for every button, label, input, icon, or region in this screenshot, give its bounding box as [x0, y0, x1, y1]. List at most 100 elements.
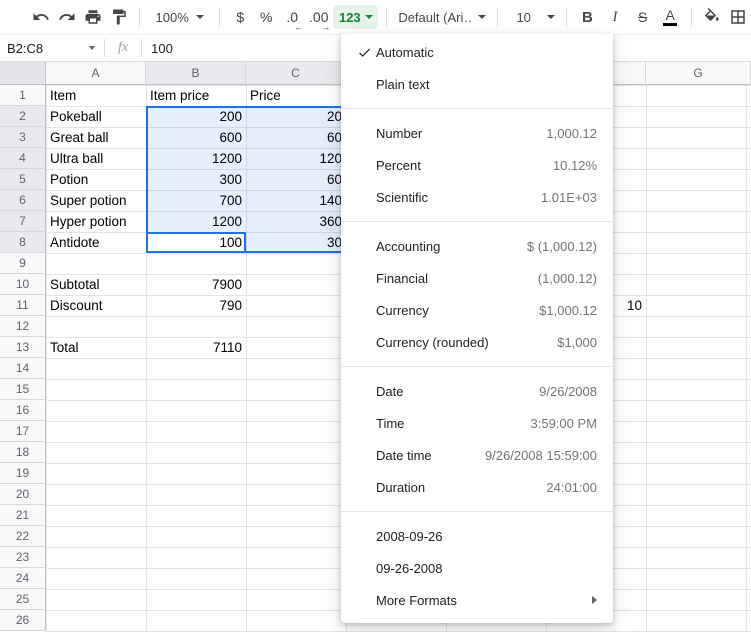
fill-color-button[interactable]	[700, 4, 724, 30]
cell-C6[interactable]: 140	[246, 190, 346, 211]
row-header-6[interactable]: 6	[0, 190, 46, 211]
cell-A8[interactable]: Antidote	[46, 232, 146, 253]
increase-decimal-button[interactable]: .00 →	[306, 4, 331, 30]
formula-input[interactable]: 100	[151, 41, 173, 56]
cell-B11[interactable]: 790	[146, 295, 246, 316]
number-format-button[interactable]: 123	[333, 5, 378, 29]
redo-button[interactable]	[55, 4, 79, 30]
menu-item-automatic[interactable]: Automatic	[341, 36, 613, 68]
cell-A3[interactable]: Great ball	[46, 127, 146, 148]
menu-item-date[interactable]: Date9/26/2008	[341, 375, 613, 407]
cell-C7[interactable]: 360	[246, 211, 346, 232]
undo-button[interactable]	[29, 4, 53, 30]
row-header-19[interactable]: 19	[0, 463, 46, 484]
cell-B5[interactable]: 300	[146, 169, 246, 190]
cell-A7[interactable]: Hyper potion	[46, 211, 146, 232]
cell-A5[interactable]: Potion	[46, 169, 146, 190]
row-header-22[interactable]: 22	[0, 526, 46, 547]
cell-A2[interactable]: Pokeball	[46, 106, 146, 127]
percent-format-button[interactable]: %	[254, 4, 278, 30]
text-color-icon: A	[663, 9, 677, 26]
cell-C4[interactable]: 120	[246, 148, 346, 169]
decrease-decimal-button[interactable]: .0 ←	[280, 4, 304, 30]
row-header-21[interactable]: 21	[0, 505, 46, 526]
row-header-25[interactable]: 25	[0, 589, 46, 610]
menu-item-date-time[interactable]: Date time9/26/2008 15:59:00	[341, 439, 613, 471]
row-header-18[interactable]: 18	[0, 442, 46, 463]
text-color-button[interactable]: A	[657, 4, 683, 30]
cell-C3[interactable]: 60	[246, 127, 346, 148]
menu-item-currency[interactable]: Currency$1,000.12	[341, 294, 613, 326]
cell-B3[interactable]: 600	[146, 127, 246, 148]
row-header-13[interactable]: 13	[0, 337, 46, 358]
row-header-26[interactable]: 26	[0, 610, 46, 631]
menu-item-number[interactable]: Number1,000.12	[341, 117, 613, 149]
borders-button[interactable]	[726, 4, 750, 30]
menu-item-scientific[interactable]: Scientific1.01E+03	[341, 181, 613, 213]
cell-A1[interactable]: Item	[46, 85, 146, 106]
row-header-4[interactable]: 4	[0, 148, 46, 169]
cell-C1[interactable]: Price	[246, 85, 346, 106]
font-select[interactable]: Default (Ari…	[395, 4, 489, 30]
print-button[interactable]	[81, 4, 105, 30]
cell-B10[interactable]: 7900	[146, 274, 246, 295]
row-header-10[interactable]: 10	[0, 274, 46, 295]
row-header-7[interactable]: 7	[0, 211, 46, 232]
menu-item-currency-rounded[interactable]: Currency (rounded)$1,000	[341, 326, 613, 358]
cell-B7[interactable]: 1200	[146, 211, 246, 232]
row-header-5[interactable]: 5	[0, 169, 46, 190]
bold-button[interactable]: B	[575, 4, 601, 30]
row-header-15[interactable]: 15	[0, 379, 46, 400]
cell-C5[interactable]: 60	[246, 169, 346, 190]
row-header-2[interactable]: 2	[0, 106, 46, 127]
cell-B8[interactable]: 100	[146, 232, 246, 253]
row-header-24[interactable]: 24	[0, 568, 46, 589]
zoom-select[interactable]: 100%	[148, 4, 211, 30]
font-name-value: Default (Ari…	[398, 10, 472, 25]
cell-B2[interactable]: 200	[146, 106, 246, 127]
column-header-A[interactable]: A	[46, 62, 146, 85]
cell-B6[interactable]: 700	[146, 190, 246, 211]
row-header-11[interactable]: 11	[0, 295, 46, 316]
row-header-16[interactable]: 16	[0, 400, 46, 421]
cell-A11[interactable]: Discount	[46, 295, 146, 316]
row-header-20[interactable]: 20	[0, 484, 46, 505]
strikethrough-button[interactable]: S	[630, 4, 656, 30]
menu-item-plain-text[interactable]: Plain text	[341, 68, 613, 100]
cell-C2[interactable]: 20	[246, 106, 346, 127]
column-header-B[interactable]: B	[146, 62, 246, 85]
menu-item-more-formats[interactable]: More Formats	[341, 584, 613, 616]
cell-A10[interactable]: Subtotal	[46, 274, 146, 295]
row-header-17[interactable]: 17	[0, 421, 46, 442]
cell-B4[interactable]: 1200	[146, 148, 246, 169]
cell-A6[interactable]: Super potion	[46, 190, 146, 211]
currency-format-button[interactable]: $	[228, 4, 252, 30]
menu-item-percent[interactable]: Percent10.12%	[341, 149, 613, 181]
row-header-23[interactable]: 23	[0, 547, 46, 568]
italic-button[interactable]: I	[602, 4, 628, 30]
row-header-14[interactable]: 14	[0, 358, 46, 379]
menu-item-example: 1.01E+03	[541, 190, 597, 205]
select-all-corner[interactable]	[0, 62, 46, 85]
menu-item-2008-09-26[interactable]: 2008-09-26	[341, 520, 613, 552]
column-header-C[interactable]: C	[246, 62, 346, 85]
row-header-1[interactable]: 1	[0, 85, 46, 106]
menu-item-09-26-2008[interactable]: 09-26-2008	[341, 552, 613, 584]
menu-item-time[interactable]: Time3:59:00 PM	[341, 407, 613, 439]
name-box[interactable]: B2:C8	[0, 35, 104, 61]
menu-item-duration[interactable]: Duration24:01:00	[341, 471, 613, 503]
row-header-8[interactable]: 8	[0, 232, 46, 253]
cell-A4[interactable]: Ultra ball	[46, 148, 146, 169]
column-header-G[interactable]: G	[646, 62, 751, 85]
row-header-12[interactable]: 12	[0, 316, 46, 337]
cell-B13[interactable]: 7110	[146, 337, 246, 358]
row-header-9[interactable]: 9	[0, 253, 46, 274]
row-header-3[interactable]: 3	[0, 127, 46, 148]
cell-B1[interactable]: Item price	[146, 85, 246, 106]
menu-item-accounting[interactable]: Accounting$ (1,000.12)	[341, 230, 613, 262]
menu-item-financial[interactable]: Financial(1,000.12)	[341, 262, 613, 294]
paint-format-button[interactable]	[107, 4, 131, 30]
cell-C8[interactable]: 30	[246, 232, 346, 253]
font-size-select[interactable]: 10	[506, 4, 557, 30]
cell-A13[interactable]: Total	[46, 337, 146, 358]
